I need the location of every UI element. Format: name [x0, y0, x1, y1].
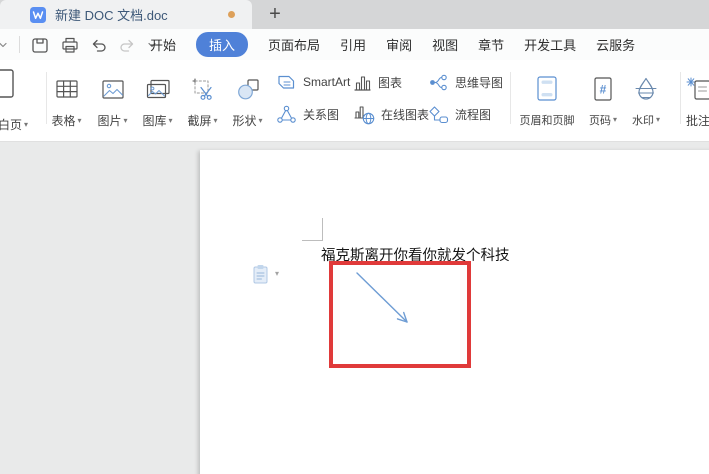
- blank-page-label: 白页: [0, 118, 23, 132]
- header-footer-label: 页眉和页脚: [519, 115, 575, 127]
- margin-crop-mark: [302, 218, 323, 241]
- picture-button[interactable]: 图片 ▾: [90, 66, 135, 136]
- tab-title: 新建 DOC 文档.doc: [55, 8, 168, 23]
- separator: [680, 72, 681, 124]
- chart-label: 图表: [378, 75, 403, 90]
- separator: [19, 36, 20, 53]
- menu-tab-list: 开始 插入 页面布局 引用 审阅 视图 章节 开发工具 云服务: [150, 29, 635, 60]
- menu-tab-review[interactable]: 审阅: [386, 35, 412, 54]
- shapes-icon: [236, 66, 260, 112]
- mindmap-label: 思维导图: [455, 75, 504, 90]
- mindmap-button[interactable]: 思维导图: [428, 72, 503, 92]
- mindmap-icon: [428, 73, 449, 92]
- gallery-label: 图库: [142, 114, 167, 128]
- dropdown-arrow-icon: ▾: [258, 115, 263, 125]
- ribbon-insert: 白页 ▾ 表格 ▾ 图片 ▾ 图库 ▾ 截屏 ▾ 形状 ▾ SmartArt 图…: [0, 60, 709, 142]
- unsaved-indicator-dot: [228, 11, 235, 18]
- collapse-chevron-icon[interactable]: [0, 39, 9, 51]
- header-footer-icon: [534, 66, 560, 112]
- svg-text:#: #: [600, 82, 607, 96]
- page-number-label: 页码: [588, 115, 611, 127]
- flowchart-icon: [428, 105, 449, 124]
- menu-tab-insert[interactable]: 插入: [196, 32, 249, 57]
- smartart-icon: [276, 73, 297, 92]
- menu-bar: 开始 插入 页面布局 引用 审阅 视图 章节 开发工具 云服务: [0, 29, 709, 60]
- table-label: 表格: [51, 114, 76, 128]
- blank-page-button[interactable]: 白页 ▾: [0, 60, 44, 140]
- quick-access-toolbar: [0, 29, 163, 60]
- page-number-icon: #: [591, 66, 615, 112]
- shapes-label: 形状: [232, 114, 257, 128]
- relation-diagram-button[interactable]: 关系图: [276, 104, 339, 124]
- screenshot-icon: [191, 66, 215, 112]
- new-tab-button[interactable]: +: [256, 0, 294, 29]
- comment-button[interactable]: 批注: [686, 66, 709, 136]
- flowchart-button[interactable]: 流程图: [428, 104, 491, 124]
- dropdown-arrow-icon: ▾: [123, 115, 128, 125]
- wps-writer-icon: [30, 6, 46, 23]
- dropdown-arrow-icon: ▾: [275, 269, 280, 278]
- smartart-label: SmartArt: [303, 75, 351, 89]
- document-page[interactable]: 福克斯离开你看你就发个科技 ▾: [200, 150, 709, 474]
- tab-bar: 新建 DOC 文档.doc +: [0, 0, 709, 29]
- screenshot-button[interactable]: 截屏 ▾: [180, 66, 225, 136]
- relation-diagram-label: 关系图: [303, 107, 340, 122]
- dropdown-arrow-icon: ▾: [655, 115, 660, 124]
- online-chart-icon: [353, 104, 375, 125]
- menu-tab-view[interactable]: 视图: [432, 35, 458, 54]
- chart-button[interactable]: 图表: [353, 72, 402, 92]
- redo-icon[interactable]: [118, 36, 136, 54]
- blank-page-icon: [0, 68, 16, 100]
- flowchart-label: 流程图: [455, 107, 492, 122]
- paste-options-icon: [251, 263, 271, 285]
- comment-icon: [686, 66, 709, 112]
- dropdown-arrow-icon: ▾: [24, 119, 29, 129]
- table-icon: [55, 66, 79, 112]
- document-tab[interactable]: 新建 DOC 文档.doc: [0, 0, 252, 29]
- chart-icon: [353, 73, 372, 92]
- watermark-icon: [633, 66, 659, 112]
- document-workspace: 福克斯离开你看你就发个科技 ▾: [0, 142, 709, 474]
- watermark-label: 水印: [631, 115, 654, 127]
- menu-tab-section[interactable]: 章节: [478, 35, 504, 54]
- dropdown-arrow-icon: ▾: [213, 115, 218, 125]
- paste-options-button[interactable]: ▾: [251, 263, 279, 285]
- gallery-button[interactable]: 图库 ▾: [135, 66, 180, 136]
- screenshot-label: 截屏: [187, 114, 212, 128]
- save-icon[interactable]: [30, 35, 50, 55]
- dropdown-arrow-icon: ▾: [168, 115, 173, 125]
- gallery-icon: [146, 66, 170, 112]
- header-footer-button[interactable]: 页眉和页脚: [512, 66, 582, 136]
- dropdown-arrow-icon: ▾: [77, 115, 82, 125]
- menu-tab-home[interactable]: 开始: [150, 35, 176, 54]
- page-number-button[interactable]: # 页码 ▾: [582, 66, 624, 136]
- blue-arrow-shape[interactable]: [350, 266, 420, 336]
- menu-tab-page-layout[interactable]: 页面布局: [268, 35, 320, 54]
- dropdown-arrow-icon: ▾: [612, 115, 617, 124]
- table-button[interactable]: 表格 ▾: [44, 66, 89, 136]
- separator: [510, 72, 511, 124]
- menu-tab-references[interactable]: 引用: [340, 35, 366, 54]
- print-icon[interactable]: [60, 35, 80, 55]
- menu-tab-dev-tools[interactable]: 开发工具: [524, 35, 576, 54]
- undo-icon[interactable]: [90, 36, 108, 54]
- watermark-button[interactable]: 水印 ▾: [624, 66, 668, 136]
- online-chart-label: 在线图表: [381, 107, 430, 122]
- smartart-button[interactable]: SmartArt: [276, 72, 350, 92]
- picture-label: 图片: [97, 114, 122, 128]
- online-chart-button[interactable]: 在线图表: [353, 104, 429, 124]
- comment-label: 批注: [686, 114, 709, 128]
- relation-diagram-icon: [276, 105, 297, 124]
- shapes-button[interactable]: 形状 ▾: [225, 66, 270, 136]
- picture-icon: [101, 66, 125, 112]
- menu-tab-cloud[interactable]: 云服务: [596, 35, 635, 54]
